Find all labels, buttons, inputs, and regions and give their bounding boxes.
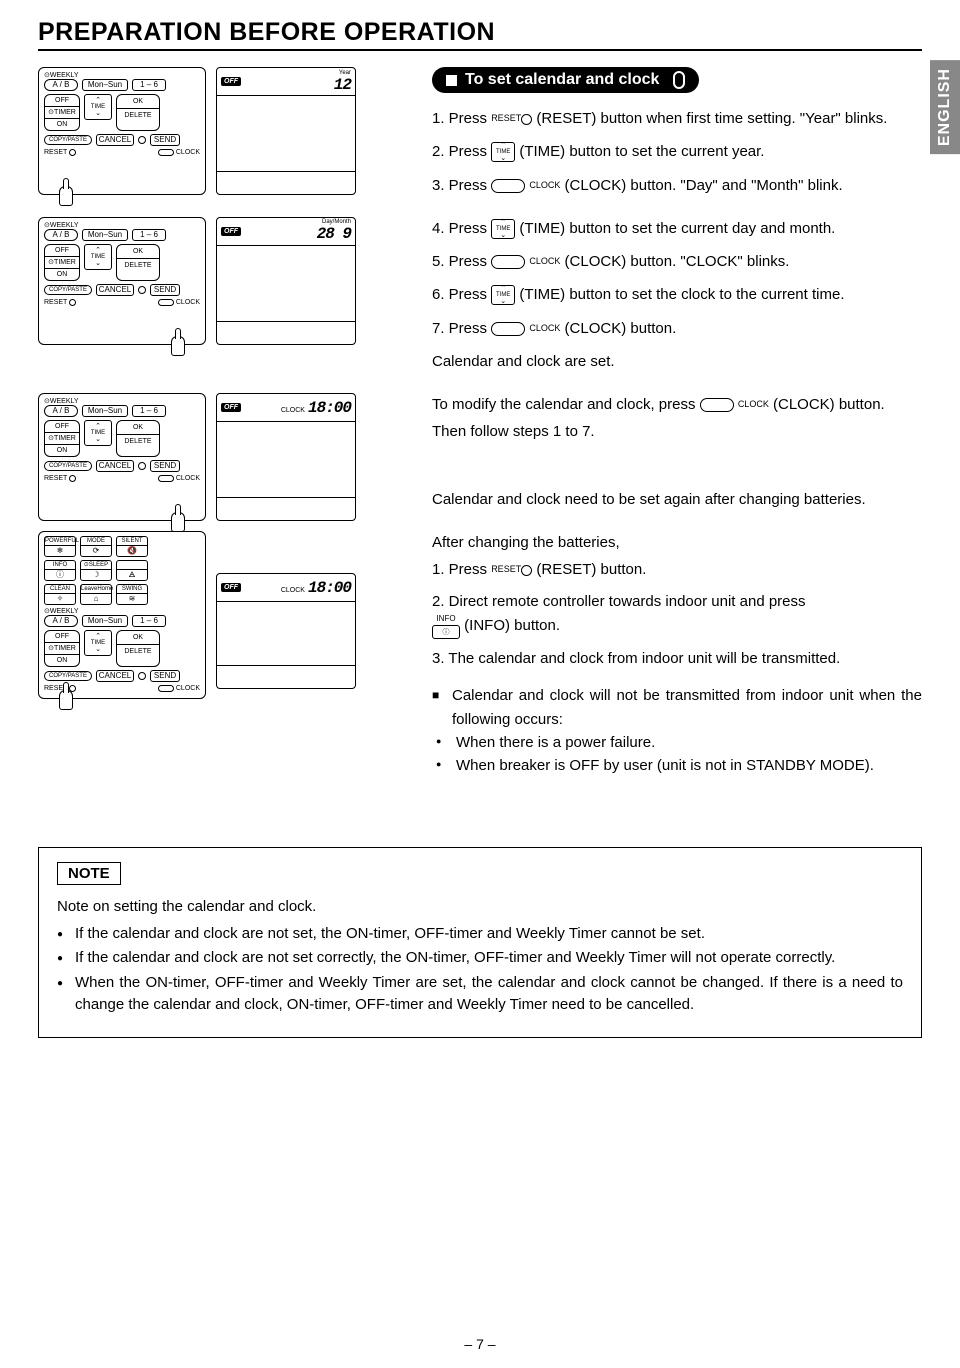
step-3: 3. Press CLOCK (CLOCK) button. "Day" and… xyxy=(432,174,922,197)
page-title: PREPARATION BEFORE OPERATION xyxy=(38,18,922,51)
pill-end-icon xyxy=(673,71,685,89)
reset-label: RESET xyxy=(44,149,76,156)
send-button: SEND xyxy=(150,134,180,146)
remote-diagram-4: POWERFUL❄ MODE⟳ SILENT🔇 INFOⓘ ⊙SLEEP☽ 🜁 … xyxy=(38,531,206,699)
after-step-2: 2. Direct remote controller towards indo… xyxy=(432,590,922,640)
warning-item-2: When breaker is OFF by user (unit is not… xyxy=(432,754,922,777)
time-icon: ⌃TIME⌄ xyxy=(491,285,515,305)
clock-oval-icon xyxy=(491,179,525,193)
info-button: INFOⓘ xyxy=(44,560,76,581)
modify-followup: Then follow steps 1 to 7. xyxy=(432,420,922,443)
clock-oval-icon xyxy=(700,398,734,412)
step-6: 6. Press ⌃TIME⌄ (TIME) button to set the… xyxy=(432,283,922,306)
leavehome-button: LeaveHome⌂ xyxy=(80,584,112,605)
lcd-clock-1: OFF CLOCK 18:00 xyxy=(216,393,356,521)
note-badge: NOTE xyxy=(57,862,121,885)
info-icon: ⓘ xyxy=(432,625,460,639)
battery-note: Calendar and clock need to be set again … xyxy=(432,488,922,511)
reset-icon xyxy=(521,565,532,576)
cancel-button: CANCEL xyxy=(96,134,134,146)
language-tab: ENGLISH xyxy=(930,60,960,154)
remote-diagram-3: ⊙WEEKLY A / B Mon–Sun 1 – 6 OFF⊙TIMERON … xyxy=(38,393,206,521)
warning-item-1: When there is a power failure. xyxy=(432,731,922,754)
lcd-daymonth: OFF Day/Month 28 9 xyxy=(216,217,356,345)
section-heading: To set calendar and clock xyxy=(432,67,699,93)
silent-button: SILENT🔇 xyxy=(116,536,148,557)
pointing-hand-icon xyxy=(165,330,189,364)
pointing-hand-icon xyxy=(53,684,77,718)
remote-diagram-2: ⊙WEEKLY A / B Mon–Sun 1 – 6 OFF⊙TIMERON … xyxy=(38,217,206,345)
note-intro: Note on setting the calendar and clock. xyxy=(57,895,903,918)
clock-oval-icon xyxy=(491,255,525,269)
fan-button: 🜁 xyxy=(116,560,148,581)
sleep-button: ⊙SLEEP☽ xyxy=(80,560,112,581)
warning-head: Calendar and clock will not be transmitt… xyxy=(432,684,922,731)
swing-button: SWING≋ xyxy=(116,584,148,605)
after-step-1: 1. Press RESET (RESET) button. xyxy=(432,558,922,581)
time-button: ⌃ TIME ⌄ xyxy=(84,94,112,120)
mode-button: MODE⟳ xyxy=(80,536,112,557)
clock-label: CLOCK xyxy=(158,149,200,156)
time-icon: ⌃TIME⌄ xyxy=(491,219,515,239)
ir-icon xyxy=(138,136,146,144)
step-1: 1. Press RESET (RESET) button when first… xyxy=(432,107,922,130)
lcd-clock-2: OFF CLOCK 18:00 xyxy=(216,573,356,689)
clock-oval-icon xyxy=(491,322,525,336)
page-number: – 7 – xyxy=(0,1336,960,1352)
copypaste-button: COPY/PASTE xyxy=(44,135,92,145)
reset-icon xyxy=(521,114,532,125)
after-step-3: 3. The calendar and clock from indoor un… xyxy=(432,647,922,670)
time-icon: ⌃TIME⌄ xyxy=(491,142,515,162)
clean-button: CLEAN✧ xyxy=(44,584,76,605)
note-item-2: If the calendar and clock are not set co… xyxy=(57,947,903,970)
off-badge: OFF xyxy=(221,77,241,86)
note-item-1: If the calendar and clock are not set, t… xyxy=(57,923,903,946)
ab-button: A / B xyxy=(44,79,78,91)
square-bullet-icon xyxy=(446,75,457,86)
onesix-button: 1 – 6 xyxy=(132,79,166,91)
powerful-button: POWERFUL❄ xyxy=(44,536,76,557)
lcd-year: OFF Year 12 xyxy=(216,67,356,195)
pointing-hand-icon xyxy=(53,180,77,214)
note-item-3: When the ON-timer, OFF-timer and Weekly … xyxy=(57,972,903,1017)
note-box: NOTE Note on setting the calendar and cl… xyxy=(38,847,922,1037)
step-2: 2. Press ⌃TIME⌄ (TIME) button to set the… xyxy=(432,140,922,163)
step-5: 5. Press CLOCK (CLOCK) button. "CLOCK" b… xyxy=(432,250,922,273)
modify-instruction: To modify the calendar and clock, press … xyxy=(432,393,922,416)
off-timer-on: OFF ⊙TIMER ON xyxy=(44,94,80,131)
ok-delete: OK DELETE xyxy=(116,94,160,131)
after-batteries-head: After changing the batteries, xyxy=(432,531,922,554)
step-7: 7. Press CLOCK (CLOCK) button. xyxy=(432,317,922,340)
remote-diagram-1: ⊙WEEKLY A / B Mon–Sun 1 – 6 OFF ⊙TIMER O… xyxy=(38,67,206,195)
step-done: Calendar and clock are set. xyxy=(432,350,922,373)
days-button: Mon–Sun xyxy=(82,79,128,91)
step-4: 4. Press ⌃TIME⌄ (TIME) button to set the… xyxy=(432,217,922,240)
